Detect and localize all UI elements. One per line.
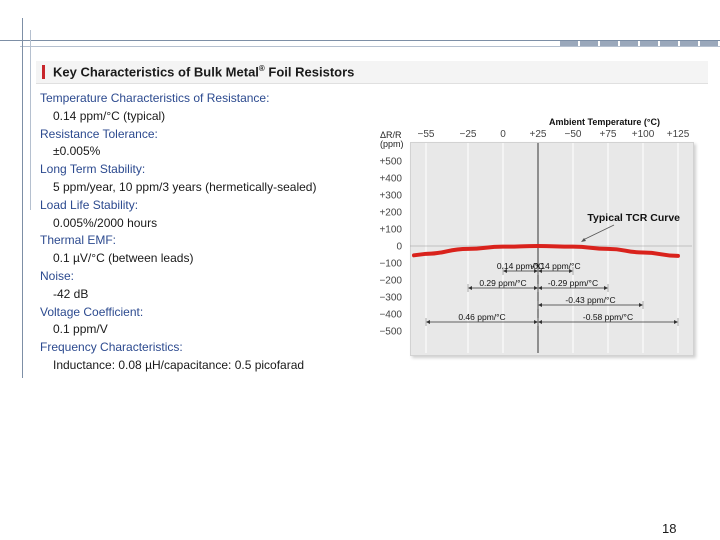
tcr-chart: ΔR/R (ppm) Ambient Temperature (°C) −55 −25 0… — [376, 112, 706, 356]
page-number: 18 — [662, 521, 677, 536]
arrow-head-right — [674, 320, 678, 324]
decorative-rule — [22, 18, 23, 378]
spec-value: 0.1 µV/°C (between leads) — [53, 251, 194, 266]
arrow-head-right — [534, 320, 538, 324]
y-tick-label: +300 — [379, 191, 402, 202]
decorative-block-strip — [560, 41, 720, 46]
spec-label: Resistance Tolerance: — [40, 126, 158, 141]
spec-value: -42 dB — [53, 286, 89, 301]
spec-value: 0.005%/2000 hours — [53, 215, 158, 230]
spec-label: Temperature Characteristics of Resistanc… — [40, 91, 270, 105]
spec-label: Noise: — [40, 268, 75, 283]
spec-label: Long Term Stability: — [40, 162, 146, 177]
arrow-head-left — [468, 286, 472, 290]
annotation-label: 0.46 ppm/°C — [458, 312, 505, 322]
annotation-label: -0.58 ppm/°C — [583, 312, 633, 322]
spec-label: Voltage Coefficient: — [40, 304, 144, 319]
series-label: Typical TCR Curve — [587, 212, 680, 224]
chart-title: Ambient Temperature (°C) — [549, 117, 660, 127]
annotation-label: -0.43 ppm/°C — [565, 295, 615, 305]
spec-value: 5 ppm/year, 10 ppm/3 years (hermetically… — [53, 179, 317, 194]
slide-title-main: Key Characteristics of Bulk Metal — [53, 64, 259, 80]
x-tick-label: +125 — [667, 129, 690, 140]
x-tick-label: +25 — [530, 129, 547, 140]
spec-value: Inductance: 0.08 µH/capacitance: 0.5 pic… — [53, 357, 305, 372]
arrow-head-left — [538, 303, 542, 307]
chart-svg: ΔR/R(ppm)Ambient Temperature (°C)−55 −25 0… — [379, 117, 692, 353]
x-tick-label: −50 — [565, 129, 582, 140]
spec-label: Frequency Characteristics: — [40, 340, 183, 355]
arrow-head-right — [639, 303, 643, 307]
spec-value: 0.14 ppm/°C (typical) — [53, 108, 166, 123]
y-axis-unit: (ppm) — [380, 139, 404, 149]
x-tick-label: +100 — [632, 129, 655, 140]
x-tick-label: +75 — [600, 129, 617, 140]
x-tick-label: 0 — [500, 129, 506, 140]
y-tick-label: +500 — [379, 157, 402, 168]
spec-value: ±0.005% — [53, 144, 101, 159]
arrow-head-right — [604, 286, 608, 290]
spec-label: Load Life Stability: — [40, 197, 139, 212]
arrow-head-left — [538, 320, 542, 324]
arrow-head-right — [534, 286, 538, 290]
y-tick-label: −200 — [379, 276, 402, 287]
y-tick-label: −100 — [379, 259, 402, 270]
arrow-head-left — [538, 286, 542, 290]
annotation-label: 0.29 ppm/°C — [479, 278, 526, 288]
spec-value: 0.1 ppm/V — [53, 322, 108, 337]
y-tick-label: 0 — [396, 242, 402, 253]
title-accent-mark — [42, 65, 45, 79]
arrow-head-left — [426, 320, 430, 324]
slide-title: Key Characteristics of Bulk Metal® Foil … — [53, 64, 354, 79]
annotation-label: -0.14 ppm/°C — [530, 261, 580, 271]
y-tick-label: +400 — [379, 174, 402, 185]
y-tick-label: −500 — [379, 327, 402, 338]
x-tick-label: −25 — [460, 129, 477, 140]
series-label-pointer — [582, 224, 615, 241]
y-tick-label: −400 — [379, 310, 402, 321]
y-tick-label: +200 — [379, 208, 402, 219]
spec-label: Thermal EMF: — [40, 233, 117, 248]
tcr-curve — [412, 243, 680, 258]
y-tick-label: −300 — [379, 293, 402, 304]
decorative-rule — [20, 46, 720, 47]
slide-title-bar: Key Characteristics of Bulk Metal® Foil … — [36, 61, 708, 84]
spec-list: Temperature Characteristics of Resistanc… — [40, 90, 370, 375]
x-tick-label: −55 — [418, 129, 435, 140]
decorative-rule — [30, 30, 31, 210]
slide-title-suffix: Foil Resistors — [264, 64, 355, 80]
annotation-label: -0.29 ppm/°C — [548, 278, 598, 288]
y-tick-label: +100 — [379, 225, 402, 236]
